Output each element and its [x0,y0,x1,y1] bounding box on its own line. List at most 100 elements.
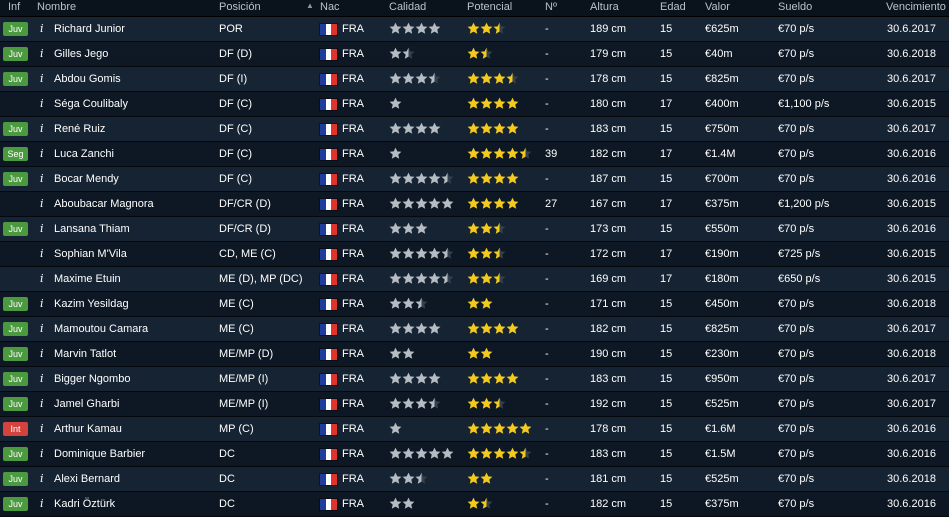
column-header-sueldo[interactable]: Sueldo [778,0,812,14]
table-row[interactable]: Juv i Marvin Tatlot ME/MP (D) FRA - 190 cm 15 €2… [0,342,949,367]
player-name[interactable]: René Ruiz [54,117,105,141]
player-name[interactable]: Arthur Kamau [54,417,122,441]
star-half-icon [415,472,428,484]
star-full-icon [402,397,415,409]
info-icon[interactable]: i [40,317,44,341]
info-icon[interactable]: i [40,167,44,191]
info-icon[interactable]: i [40,292,44,316]
status-badge[interactable]: Juv [3,222,28,236]
column-header-nac[interactable]: Nac [320,0,340,14]
status-badge[interactable]: Juv [3,447,28,461]
info-icon[interactable]: i [40,442,44,466]
player-name[interactable]: Lansana Thiam [54,217,130,241]
column-header-altura[interactable]: Altura [590,0,619,14]
contract-expiry: 30.6.2018 [887,473,936,485]
column-header-valor[interactable]: Valor [705,0,730,14]
table-row[interactable]: Juv i Richard Junior POR FRA - 189 cm 15 €625m €7… [0,17,949,42]
player-name[interactable]: Maxime Etuin [54,267,121,291]
info-icon[interactable]: i [40,142,44,166]
status-badge[interactable]: Juv [3,397,28,411]
status-badge[interactable]: Juv [3,372,28,386]
player-name[interactable]: Bigger Ngombo [54,367,130,391]
info-icon[interactable]: i [40,92,44,116]
info-icon[interactable]: i [40,42,44,66]
info-icon[interactable]: i [40,467,44,491]
table-row[interactable]: Juv i Kazim Yesildag ME (C) FRA - 171 cm 15 €450… [0,292,949,317]
player-name[interactable]: Kazim Yesildag [54,292,129,316]
player-name[interactable]: Séga Coulibaly [54,92,128,116]
column-header-inf[interactable]: Inf [8,0,20,14]
table-row[interactable]: Juv i Lansana Thiam DF/CR (D) FRA - 173 cm 15 €5… [0,217,949,242]
info-icon[interactable]: i [40,417,44,441]
player-name[interactable]: Sophian M'Vila [54,242,127,266]
player-position: DF (C) [219,148,252,160]
table-row[interactable]: Juv i Mamoutou Camara ME (C) FRA - 182 cm 15 €82… [0,317,949,342]
player-name[interactable]: Gilles Jego [54,42,108,66]
table-row[interactable]: Juv i René Ruiz DF (C) FRA - 183 cm 15 €750m €70 … [0,117,949,142]
status-badge[interactable]: Seg [3,147,28,161]
contract-expiry: 30.6.2015 [887,248,936,260]
column-header-num[interactable]: Nº [545,0,557,14]
column-header-edad[interactable]: Edad [660,0,686,14]
table-row[interactable]: Juv i Abdou Gomis DF (I) FRA - 178 cm 15 €825m €7… [0,67,949,92]
player-name[interactable]: Jamel Gharbi [54,392,119,416]
status-badge[interactable]: Juv [3,72,28,86]
star-full-icon [467,447,480,459]
column-header-vencimiento[interactable]: Vencimiento [886,0,946,14]
column-header-posicion[interactable]: Posición [219,0,261,14]
table-row[interactable]: i Maxime Etuin ME (D), MP (DC) FRA - 169 cm 17… [0,267,949,292]
info-icon[interactable]: i [40,17,44,41]
player-name[interactable]: Dominique Barbier [54,442,145,466]
info-icon[interactable]: i [40,367,44,391]
column-header-potencial[interactable]: Potencial [467,0,512,14]
info-icon[interactable]: i [40,267,44,291]
player-name[interactable]: Richard Junior [54,17,125,41]
player-name[interactable]: Alexi Bernard [54,467,120,491]
france-flag-icon [320,474,338,485]
player-age: 15 [660,398,673,410]
info-icon[interactable]: i [40,242,44,266]
player-name[interactable]: Aboubacar Magnora [54,192,154,216]
info-icon[interactable]: i [40,67,44,91]
table-row[interactable]: i Séga Coulibaly DF (C) FRA - 180 cm 17 €400m €1… [0,92,949,117]
table-row[interactable]: Juv i Kadri Öztürk DC FRA - 182 cm 15 €375m €70 p… [0,492,949,517]
status-badge[interactable]: Juv [3,297,28,311]
status-badge[interactable]: Juv [3,47,28,61]
status-badge[interactable]: Juv [3,497,28,511]
potential-stars [467,347,493,360]
table-row[interactable]: Juv i Bocar Mendy DF (C) FRA - 187 cm 15 €700m €7… [0,167,949,192]
info-icon[interactable]: i [40,492,44,516]
player-name[interactable]: Marvin Tatlot [54,342,116,366]
status-badge[interactable]: Juv [3,122,28,136]
player-name[interactable]: Luca Zanchi [54,142,114,166]
table-row[interactable]: Seg i Luca Zanchi DF (C) FRA 39 182 cm 17 €1.4M €… [0,142,949,167]
table-row[interactable]: Int i Arthur Kamau MP (C) FRA - 178 cm 15 €1.6M €… [0,417,949,442]
table-row[interactable]: Juv i Jamel Gharbi ME/MP (I) FRA - 192 cm 15 €52… [0,392,949,417]
column-header-nombre[interactable]: Nombre [37,0,76,14]
column-header-calidad[interactable]: Calidad [389,0,426,14]
status-badge[interactable]: Juv [3,172,28,186]
player-name[interactable]: Bocar Mendy [54,167,119,191]
table-row[interactable]: Juv i Alexi Bernard DC FRA - 181 cm 15 €525m €70 … [0,467,949,492]
table-row[interactable]: Juv i Gilles Jego DF (D) FRA - 179 cm 15 €40m €70… [0,42,949,67]
status-badge[interactable]: Juv [3,322,28,336]
status-badge[interactable]: Juv [3,472,28,486]
potential-stars [467,447,532,460]
info-icon[interactable]: i [40,217,44,241]
player-name[interactable]: Kadri Öztürk [54,492,115,516]
table-row[interactable]: Juv i Dominique Barbier DC FRA - 183 cm 15 €1.5M… [0,442,949,467]
info-icon[interactable]: i [40,117,44,141]
status-badge[interactable]: Int [3,422,28,436]
info-icon[interactable]: i [40,342,44,366]
table-row[interactable]: i Sophian M'Vila CD, ME (C) FRA - 172 cm 17 €19… [0,242,949,267]
status-badge[interactable]: Juv [3,347,28,361]
player-name[interactable]: Abdou Gomis [54,67,121,91]
table-row[interactable]: Juv i Bigger Ngombo ME/MP (I) FRA - 183 cm 15 €9… [0,367,949,392]
info-icon[interactable]: i [40,392,44,416]
status-badge[interactable]: Juv [3,22,28,36]
info-icon[interactable]: i [40,192,44,216]
player-wage: €70 p/s [778,498,815,510]
quality-stars [389,22,441,35]
player-name[interactable]: Mamoutou Camara [54,317,148,341]
table-row[interactable]: i Aboubacar Magnora DF/CR (D) FRA 27 167 cm 17… [0,192,949,217]
